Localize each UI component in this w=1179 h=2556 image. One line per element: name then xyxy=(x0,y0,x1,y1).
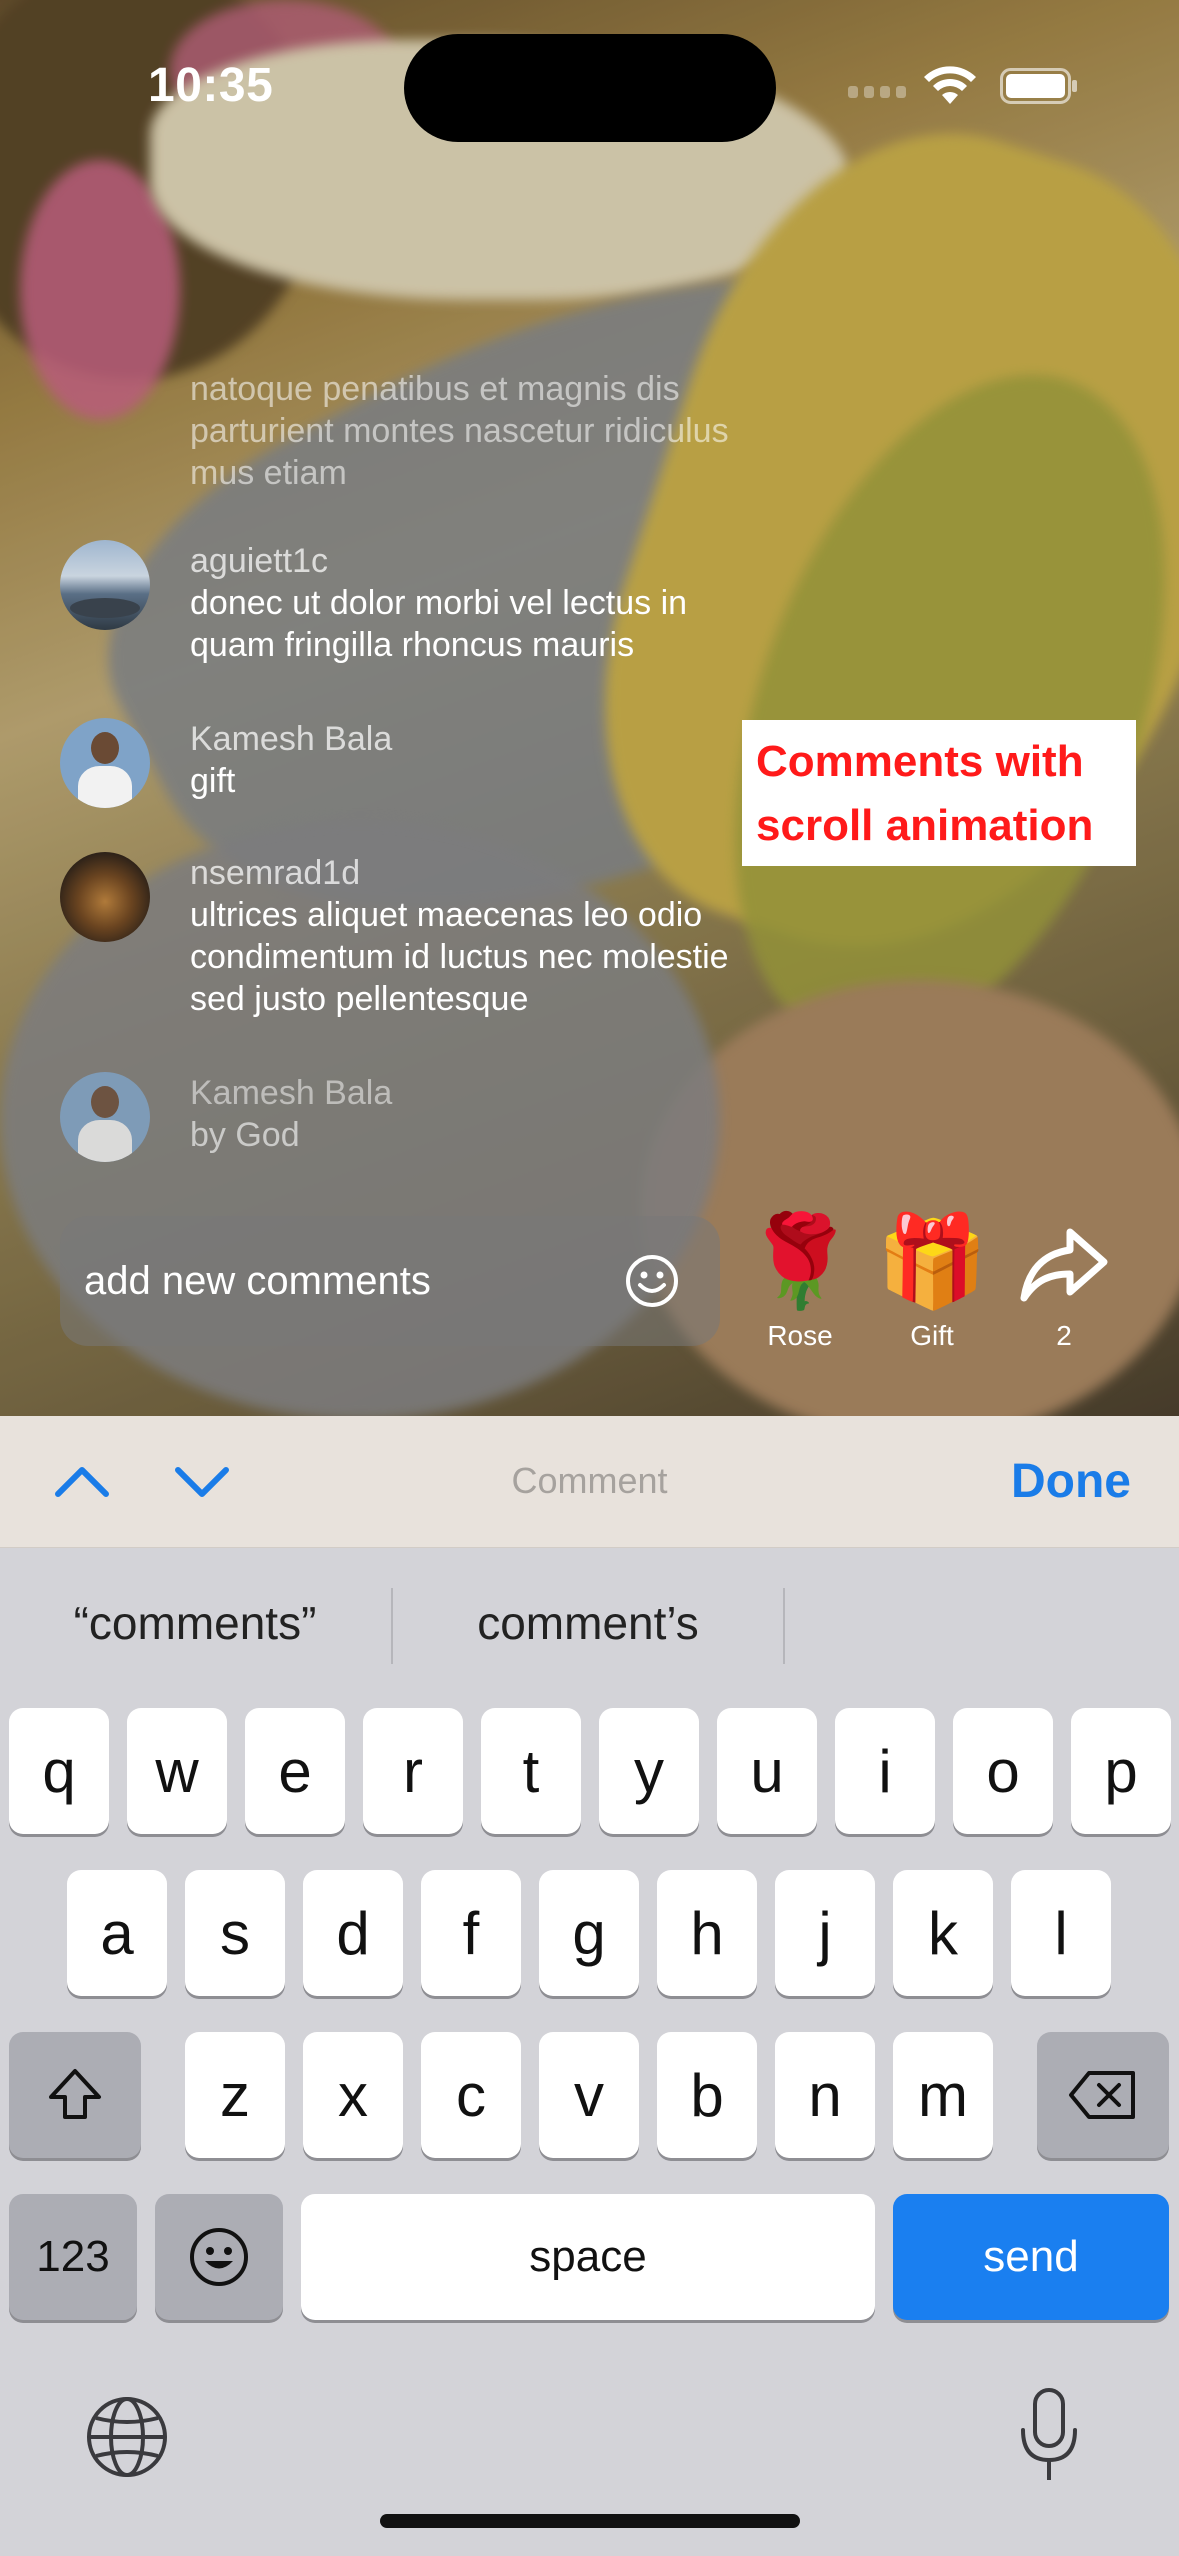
suggestion-divider xyxy=(783,1588,785,1664)
key-u[interactable]: u xyxy=(717,1708,817,1834)
emoji-icon[interactable] xyxy=(624,1253,680,1309)
comment-item: aguiett1c donec ut dolor morbi vel lectu… xyxy=(60,540,780,666)
key-e[interactable]: e xyxy=(245,1708,345,1834)
key-j[interactable]: j xyxy=(775,1870,875,1996)
comment-item: Kamesh Bala gift xyxy=(60,718,780,808)
key-k[interactable]: k xyxy=(893,1870,993,1996)
home-indicator xyxy=(380,2514,800,2528)
key-x[interactable]: x xyxy=(303,2032,403,2158)
faded-comment-text: natoque penatibus et magnis dis parturie… xyxy=(190,370,729,492)
key-g[interactable]: g xyxy=(539,1870,639,1996)
comment-username[interactable]: Kamesh Bala xyxy=(190,1072,392,1114)
key-v[interactable]: v xyxy=(539,2032,639,2158)
comments-list[interactable]: natoque penatibus et magnis dis parturie… xyxy=(0,360,800,1190)
share-button[interactable]: 2 xyxy=(1004,1210,1124,1352)
share-icon xyxy=(1004,1210,1124,1314)
rose-icon: 🌹 xyxy=(743,1212,857,1312)
shift-key[interactable] xyxy=(9,2032,141,2158)
key-o[interactable]: o xyxy=(953,1708,1053,1834)
key-r[interactable]: r xyxy=(363,1708,463,1834)
key-c[interactable]: c xyxy=(421,2032,521,2158)
status-time: 10:35 xyxy=(148,59,274,112)
key-z[interactable]: z xyxy=(185,2032,285,2158)
key-w[interactable]: w xyxy=(127,1708,227,1834)
comment-username[interactable]: Kamesh Bala xyxy=(190,718,392,760)
backspace-icon xyxy=(1069,2071,1135,2119)
comment-text: ultrices aliquet maecenas leo odio condi… xyxy=(190,896,729,1018)
numbers-key[interactable]: 123 xyxy=(9,2194,137,2320)
key-m[interactable]: m xyxy=(893,2032,993,2158)
key-a[interactable]: a xyxy=(67,1870,167,1996)
key-p[interactable]: p xyxy=(1071,1708,1171,1834)
rose-label: Rose xyxy=(767,1320,833,1351)
suggestion-1[interactable]: “comments” xyxy=(0,1596,390,1650)
accessory-title: Comment xyxy=(511,1460,668,1501)
key-i[interactable]: i xyxy=(835,1708,935,1834)
shift-icon xyxy=(49,2069,101,2119)
key-q[interactable]: q xyxy=(9,1708,109,1834)
key-f[interactable]: f xyxy=(421,1870,521,1996)
keyboard-accessory-bar: Comment Done xyxy=(0,1416,1179,1548)
emoji-key-icon xyxy=(190,2228,248,2286)
comment-text: donec ut dolor morbi vel lectus in quam … xyxy=(190,584,688,664)
send-key[interactable]: send xyxy=(893,2194,1169,2320)
comment-item: nsemrad1d ultrices aliquet maecenas leo … xyxy=(60,852,780,1020)
gift-label: Gift xyxy=(910,1320,954,1351)
comment-input-container[interactable] xyxy=(60,1216,720,1346)
share-count: 2 xyxy=(1056,1320,1072,1351)
comment-text: by God xyxy=(190,1116,300,1154)
rose-button[interactable]: 🌹 Rose xyxy=(740,1210,860,1352)
tiger-avatar[interactable] xyxy=(60,852,150,942)
done-button[interactable]: Done xyxy=(1011,1454,1131,1509)
key-h[interactable]: h xyxy=(657,1870,757,1996)
gift-button[interactable]: 🎁 Gift xyxy=(872,1210,992,1352)
annotation-label: Comments with scroll animation xyxy=(742,720,1136,866)
backspace-key[interactable] xyxy=(1037,2032,1169,2158)
comment-username[interactable]: aguiett1c xyxy=(190,540,750,582)
key-b[interactable]: b xyxy=(657,2032,757,2158)
microphone-icon[interactable] xyxy=(1016,2386,1082,2486)
globe-icon[interactable] xyxy=(84,2394,170,2480)
keyboard: “comments” comment’s q w e r t y u i o p… xyxy=(0,1548,1179,2556)
key-s[interactable]: s xyxy=(185,1870,285,1996)
key-y[interactable]: y xyxy=(599,1708,699,1834)
cellular-signal-icon xyxy=(848,86,906,98)
comment-username[interactable]: nsemrad1d xyxy=(190,852,790,894)
battery-icon xyxy=(1000,68,1077,104)
lake-avatar[interactable] xyxy=(60,540,150,630)
comment-item: Kamesh Bala by God xyxy=(60,1072,780,1162)
key-l[interactable]: l xyxy=(1011,1870,1111,1996)
person-avatar[interactable] xyxy=(60,1072,150,1162)
suggestion-2[interactable]: comment’s xyxy=(393,1596,783,1650)
dynamic-island xyxy=(404,34,776,142)
key-t[interactable]: t xyxy=(481,1708,581,1834)
key-d[interactable]: d xyxy=(303,1870,403,1996)
space-key[interactable]: space xyxy=(301,2194,875,2320)
comment-input[interactable] xyxy=(84,1258,624,1304)
wifi-icon xyxy=(924,66,976,104)
emoji-key[interactable] xyxy=(155,2194,283,2320)
key-n[interactable]: n xyxy=(775,2032,875,2158)
comment-text: gift xyxy=(190,762,236,800)
person-avatar[interactable] xyxy=(60,718,150,808)
gift-icon: 🎁 xyxy=(875,1212,989,1312)
